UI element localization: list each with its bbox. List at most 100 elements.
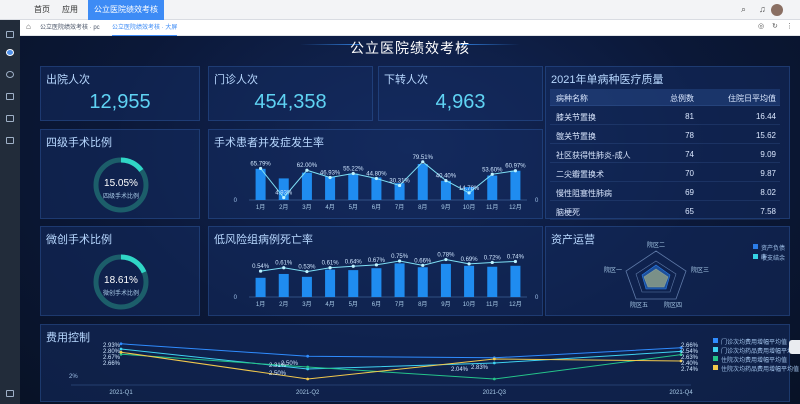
table-row: 髋关节置换 78 15.62: [550, 127, 780, 144]
cost-point: [119, 350, 123, 354]
table-row: 二尖瓣置换术 70 9.87: [550, 165, 780, 182]
x-tick-label: 1月: [256, 204, 265, 211]
ring-pct: 18.61%: [104, 275, 138, 286]
table-cell: 髋关节置换: [556, 132, 596, 141]
cluster-icon[interactable]: [6, 71, 14, 78]
pin-icon[interactable]: ◎: [758, 22, 764, 30]
kpi-value: 12,955: [89, 91, 151, 113]
more-icon[interactable]: ⋮: [786, 22, 793, 30]
x-tick-label: 4月: [325, 301, 334, 308]
breadcrumb-item-pc[interactable]: 公立医院绩效考核 · pc: [40, 20, 100, 36]
avatar[interactable]: [771, 4, 783, 16]
legend-label: 住院次均药品费用增幅平均值: [721, 367, 800, 373]
cost-data-label: 2.50%: [281, 361, 299, 367]
data-label: 0.61%: [275, 261, 293, 267]
ring-pct: 15.05%: [104, 178, 138, 189]
table-cell: 9.09: [760, 150, 776, 159]
collapse-icon[interactable]: [6, 390, 14, 397]
x-tick-label: 8月: [418, 204, 427, 211]
bar: [348, 173, 359, 200]
x-tick-label: 11月: [486, 204, 498, 211]
bar: [371, 177, 382, 200]
cost-data-label: 2.50%: [269, 371, 287, 377]
cost-point: [306, 354, 310, 358]
card-icon[interactable]: [6, 115, 14, 122]
monitor-icon[interactable]: [6, 31, 14, 38]
cost-point: [492, 377, 496, 381]
x-tick-label: 1月: [256, 301, 265, 308]
table-cell: 9.87: [760, 169, 776, 178]
y-tick-label: 2%: [69, 374, 78, 380]
x-tick-label: 2月: [279, 301, 288, 308]
drawer-handle[interactable]: [789, 340, 800, 354]
cost-point: [306, 377, 310, 381]
table-cell: 74: [685, 150, 694, 159]
bar: [325, 269, 336, 297]
grid-icon[interactable]: [6, 93, 14, 100]
bar: [440, 180, 451, 200]
legend-swatch: [753, 244, 758, 249]
ring-chart-level4: 15.05% 四级手术比例: [93, 157, 149, 213]
list-icon[interactable]: [6, 137, 14, 144]
home-icon[interactable]: ⌂: [26, 22, 31, 31]
table-cell: 81: [685, 112, 694, 121]
table-cell: 70: [685, 169, 694, 178]
refresh-icon[interactable]: ↻: [772, 22, 778, 30]
radar-series-1: [641, 264, 671, 290]
data-label: 0.66%: [414, 258, 432, 264]
data-label: 0.54%: [252, 264, 270, 270]
x-tick-label: 3月: [302, 301, 311, 308]
kpi-label: 下转人次: [384, 74, 428, 86]
kpi-label: 门诊人次: [214, 74, 258, 86]
x-tick-label: 7月: [395, 301, 404, 308]
table-header-cell: 总例数: [670, 94, 694, 103]
y-tick-left: 0: [234, 295, 238, 301]
y-tick-left: 0: [234, 198, 238, 204]
radar-axis-label: 院区三: [691, 266, 709, 274]
bar: [464, 265, 475, 297]
tab-apps[interactable]: 应用: [58, 0, 82, 20]
legend-swatch: [713, 347, 718, 352]
radar-axis-label: 院区一: [604, 266, 622, 274]
ring-sub: 微创手术比例: [103, 289, 139, 297]
bell-icon[interactable]: ♫: [759, 4, 766, 14]
bar: [510, 170, 521, 200]
assets-panel: 资产运营 院区二 院区三 院区四 院区五 院区一 资产负债率 收支结余: [545, 226, 790, 316]
tab-hospital-assessment[interactable]: 公立医院绩效考核: [88, 0, 164, 20]
surgery-complication-chart: 0 0 1月 2月 3月 4月 5月 6月 7月 8月 9月 10月 11月 12月 65.79% 4.93%…: [234, 155, 539, 211]
breadcrumb-item-screen[interactable]: 公立医院绩效考核 · 大屏: [112, 20, 178, 36]
legend-item: 住院次均费用增幅平均值: [713, 355, 787, 364]
legend-item: 门诊次均费用增幅平均值: [713, 337, 787, 346]
bar: [394, 263, 405, 297]
bar: [325, 176, 336, 200]
cost-point: [492, 357, 496, 361]
assets-radar-chart: 院区二 院区三 院区四 院区五 院区一: [604, 241, 709, 309]
legend-item: 收支结余: [753, 253, 785, 262]
tab-home[interactable]: 首页: [28, 0, 56, 20]
kpi-referral: 下转人次 4,963: [378, 66, 543, 121]
data-label: 44.80%: [366, 171, 387, 177]
table-cell: 社区获得性肺炎-成人: [556, 151, 631, 160]
cost-point: [306, 365, 310, 369]
legend-swatch: [713, 365, 718, 370]
x-tick-label: 11月: [486, 301, 498, 308]
cost-control-panel: 费用控制 2% 2021-Q1 2021-Q2 2021-Q3 2021-Q4 2.93%…: [40, 324, 799, 402]
x-tick-label: 7月: [395, 204, 404, 211]
search-icon[interactable]: ⌕: [741, 4, 746, 15]
y-tick-right: 0: [535, 198, 539, 204]
kpi-value: 4,963: [435, 91, 486, 113]
cost-data-label: 2.83%: [471, 365, 489, 371]
legend-item: 住院次均药品费用增幅平均值: [713, 364, 800, 373]
bar: [417, 164, 428, 200]
table-cell: 16.44: [755, 112, 776, 121]
data-label: 0.61%: [322, 261, 340, 267]
bar: [278, 273, 289, 297]
table-cell: 15.62: [755, 131, 776, 140]
radar-axis-label: 院区五: [630, 301, 648, 309]
data-label: 14.78%: [459, 186, 480, 192]
table-header: 病种名称 总例数 住院日平均值: [550, 89, 780, 106]
dashboard-icon[interactable]: [6, 49, 14, 56]
x-tick-label: 8月: [418, 301, 427, 308]
x-tick-label: 5月: [349, 204, 358, 211]
legend-item: 门诊次均药品费用增幅平均值: [713, 346, 799, 355]
